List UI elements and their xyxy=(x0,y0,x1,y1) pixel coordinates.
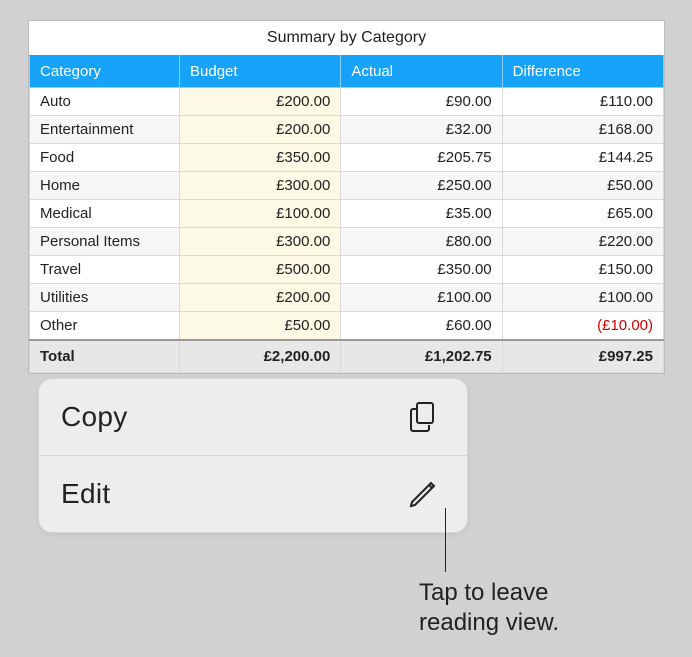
col-difference[interactable]: Difference xyxy=(502,56,663,88)
table-cell[interactable]: £80.00 xyxy=(341,228,502,256)
table-cell[interactable]: £110.00 xyxy=(502,88,663,116)
table-cell[interactable]: £65.00 xyxy=(502,200,663,228)
table-cell[interactable]: £100.00 xyxy=(341,284,502,312)
table-cell[interactable]: £50.00 xyxy=(502,172,663,200)
table-row[interactable]: Other£50.00£60.00(£10.00) xyxy=(30,312,664,341)
table-cell[interactable]: Auto xyxy=(30,88,180,116)
table-cell[interactable]: £500.00 xyxy=(180,256,341,284)
table-cell[interactable]: Medical xyxy=(30,200,180,228)
col-budget[interactable]: Budget xyxy=(180,56,341,88)
table-header-row: Category Budget Actual Difference xyxy=(30,56,664,88)
copy-menu-item[interactable]: Copy xyxy=(39,379,467,455)
pencil-icon xyxy=(405,476,441,512)
table-cell[interactable]: £50.00 xyxy=(180,312,341,341)
table-cell[interactable]: £32.00 xyxy=(341,116,502,144)
table-cell[interactable]: £168.00 xyxy=(502,116,663,144)
table-cell[interactable]: £100.00 xyxy=(180,200,341,228)
edit-menu-item[interactable]: Edit xyxy=(39,455,467,532)
table-cell[interactable]: (£10.00) xyxy=(502,312,663,341)
table-row[interactable]: Medical£100.00£35.00£65.00 xyxy=(30,200,664,228)
table-cell[interactable]: £997.25 xyxy=(502,340,663,373)
table-row[interactable]: Home£300.00£250.00£50.00 xyxy=(30,172,664,200)
table-cell[interactable]: £350.00 xyxy=(180,144,341,172)
table-row[interactable]: Auto£200.00£90.00£110.00 xyxy=(30,88,664,116)
copy-icon xyxy=(405,399,441,435)
table-cell[interactable]: £90.00 xyxy=(341,88,502,116)
table-cell[interactable]: £100.00 xyxy=(502,284,663,312)
table-row[interactable]: Food£350.00£205.75£144.25 xyxy=(30,144,664,172)
table-cell[interactable]: £35.00 xyxy=(341,200,502,228)
table-cell[interactable]: £200.00 xyxy=(180,88,341,116)
callout-text: Tap to leave reading view. xyxy=(419,578,559,638)
table-cell[interactable]: £300.00 xyxy=(180,172,341,200)
table-cell[interactable]: £1,202.75 xyxy=(341,340,502,373)
table-cell[interactable]: Other xyxy=(30,312,180,341)
table-total-row[interactable]: Total£2,200.00£1,202.75£997.25 xyxy=(30,340,664,373)
context-menu: Copy Edit xyxy=(38,378,468,533)
table-cell[interactable]: Home xyxy=(30,172,180,200)
col-actual[interactable]: Actual xyxy=(341,56,502,88)
table-cell[interactable]: £250.00 xyxy=(341,172,502,200)
callout-line2: reading view. xyxy=(419,608,559,638)
table-cell[interactable]: Food xyxy=(30,144,180,172)
table-cell[interactable]: Total xyxy=(30,340,180,373)
table-cell[interactable]: Personal Items xyxy=(30,228,180,256)
table-row[interactable]: Personal Items£300.00£80.00£220.00 xyxy=(30,228,664,256)
spreadsheet-panel: Summary by Category Category Budget Actu… xyxy=(28,20,665,374)
table-cell[interactable]: Entertainment xyxy=(30,116,180,144)
table-cell[interactable]: Travel xyxy=(30,256,180,284)
edit-label: Edit xyxy=(61,478,110,510)
table-cell[interactable]: £350.00 xyxy=(341,256,502,284)
sheet-title: Summary by Category xyxy=(29,21,664,55)
col-category[interactable]: Category xyxy=(30,56,180,88)
copy-label: Copy xyxy=(61,401,128,433)
table-cell[interactable]: £60.00 xyxy=(341,312,502,341)
table-cell[interactable]: £144.25 xyxy=(502,144,663,172)
table-cell[interactable]: £200.00 xyxy=(180,284,341,312)
table-cell[interactable]: £205.75 xyxy=(341,144,502,172)
table-row[interactable]: Entertainment£200.00£32.00£168.00 xyxy=(30,116,664,144)
table-row[interactable]: Utilities£200.00£100.00£100.00 xyxy=(30,284,664,312)
table-cell[interactable]: £150.00 xyxy=(502,256,663,284)
table-cell[interactable]: £300.00 xyxy=(180,228,341,256)
table-cell[interactable]: Utilities xyxy=(30,284,180,312)
table-cell[interactable]: £200.00 xyxy=(180,116,341,144)
table-cell[interactable]: £2,200.00 xyxy=(180,340,341,373)
callout-leader-line xyxy=(445,508,446,572)
callout-line1: Tap to leave xyxy=(419,578,559,608)
table-row[interactable]: Travel£500.00£350.00£150.00 xyxy=(30,256,664,284)
summary-table: Category Budget Actual Difference Auto£2… xyxy=(29,55,664,373)
table-cell[interactable]: £220.00 xyxy=(502,228,663,256)
